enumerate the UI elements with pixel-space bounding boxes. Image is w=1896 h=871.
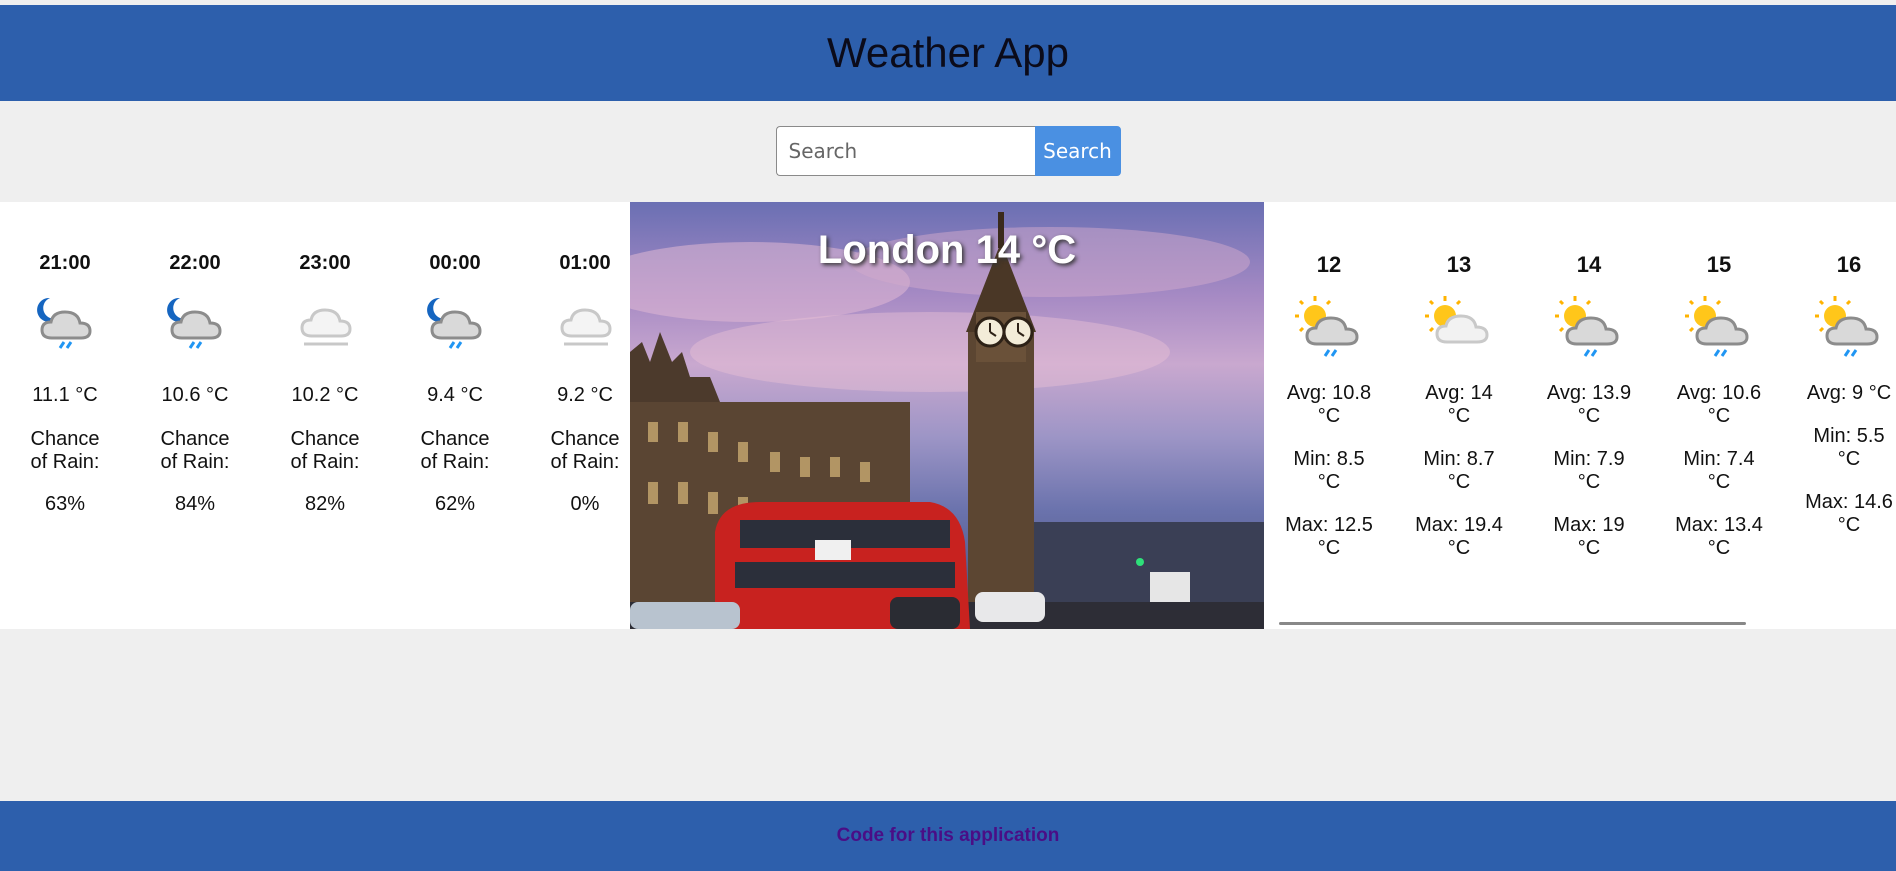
rain-label: Chance of Rain: — [290, 428, 360, 473]
day-max: Max: 19.4 °C — [1415, 514, 1503, 559]
day-min: Min: 5.5 °C — [1813, 425, 1885, 470]
sun-cloud-rain-icon — [1811, 290, 1887, 366]
app-title: Weather App — [826, 29, 1070, 76]
hourly-item: 21:00 11.1 °C Chance of Rain: 63% — [0, 202, 130, 629]
day-label: 14 — [1576, 252, 1602, 277]
day-max: Max: 12.5 °C — [1285, 514, 1373, 559]
day-max: Max: 13.4 °C — [1675, 514, 1763, 559]
hour-temp: 10.2 °C — [291, 384, 359, 406]
day-min: Min: 7.9 °C — [1553, 448, 1625, 493]
night-cloud-rain-icon — [160, 292, 230, 362]
app-footer: Code for this application — [0, 801, 1896, 871]
hourly-item: 00:00 9.4 °C Chance of Rain: 62% — [390, 202, 520, 629]
day-avg: Avg: 14 °C — [1425, 382, 1493, 427]
sun-cloud-rain-icon — [1291, 290, 1367, 366]
city-hero: London 14 °C — [630, 202, 1264, 629]
rain-label: Chance of Rain: — [30, 428, 100, 473]
daily-item: 12 Avg: 10.8 °C Min: 8.5 °C Max: 12.5 °C — [1264, 202, 1394, 629]
daily-item: 16 Avg: 9 °C Min: 5.5 °C Max: 14.6 °C — [1784, 202, 1896, 629]
fog-icon — [550, 292, 620, 362]
day-avg: Avg: 10.8 °C — [1286, 382, 1372, 427]
day-label: 16 — [1836, 252, 1862, 277]
hour-temp: 11.1 °C — [32, 384, 98, 406]
night-cloud-rain-icon — [30, 292, 100, 362]
rain-chance: 63% — [44, 493, 86, 515]
daily-item: 15 Avg: 10.6 °C Min: 7.4 °C Max: 13.4 °C — [1654, 202, 1784, 629]
hour-temp: 9.4 °C — [427, 384, 483, 406]
day-avg: Avg: 10.6 °C — [1676, 382, 1762, 427]
day-label: 12 — [1316, 252, 1342, 277]
day-min: Min: 8.5 °C — [1293, 448, 1365, 493]
sun-cloud-icon — [1421, 290, 1497, 366]
search-button[interactable]: Search — [1034, 126, 1121, 176]
rain-chance: 0% — [570, 493, 600, 515]
rain-label: Chance of Rain: — [420, 428, 490, 473]
night-cloud-rain-icon — [420, 292, 490, 362]
rain-label: Chance of Rain: — [160, 428, 230, 473]
daily-forecast[interactable]: 12 Avg: 10.8 °C Min: 8.5 °C Max: 12.5 °C… — [1264, 202, 1896, 629]
hour-time: 21:00 — [39, 252, 91, 274]
hour-time: 22:00 — [169, 252, 221, 274]
daily-scrollbar[interactable] — [1279, 622, 1746, 625]
hour-time: 23:00 — [299, 252, 351, 274]
day-min: Min: 8.7 °C — [1423, 448, 1495, 493]
hourly-item: 23:00 10.2 °C Chance of Rain: 82% — [260, 202, 390, 629]
search-input[interactable] — [775, 126, 1035, 176]
hour-temp: 10.6 °C — [161, 384, 229, 406]
hour-temp: 9.2 °C — [557, 384, 613, 406]
rain-chance: 62% — [434, 493, 476, 515]
hour-time: 00:00 — [429, 252, 481, 274]
fog-icon — [290, 292, 360, 362]
rain-chance: 82% — [304, 493, 346, 515]
hour-time: 01:00 — [559, 252, 611, 274]
rain-label: Chance of Rain: — [550, 428, 620, 473]
day-max: Max: 19 °C — [1553, 514, 1625, 559]
daily-item: 14 Avg: 13.9 °C Min: 7.9 °C Max: 19 °C — [1524, 202, 1654, 629]
day-avg: Avg: 13.9 °C — [1546, 382, 1632, 427]
current-weather-title: London 14 °C — [817, 228, 1077, 272]
day-label: 13 — [1446, 252, 1472, 277]
hourly-forecast: 21:00 11.1 °C Chance of Rain: 63% 22:00 … — [0, 202, 630, 629]
app-header: Weather App — [0, 5, 1896, 101]
sun-cloud-rain-icon — [1681, 290, 1757, 366]
sun-cloud-rain-icon — [1551, 290, 1627, 366]
day-avg: Avg: 9 °C — [1806, 382, 1892, 404]
day-label: 15 — [1706, 252, 1732, 277]
rain-chance: 84% — [174, 493, 216, 515]
search-bar: Search — [0, 126, 1896, 176]
hourly-item: 22:00 10.6 °C Chance of Rain: 84% — [130, 202, 260, 629]
day-max: Max: 14.6 °C — [1805, 491, 1893, 536]
source-code-link[interactable]: Code for this application — [837, 825, 1060, 847]
daily-item: 13 Avg: 14 °C Min: 8.7 °C Max: 19.4 °C — [1394, 202, 1524, 629]
day-min: Min: 7.4 °C — [1683, 448, 1755, 493]
